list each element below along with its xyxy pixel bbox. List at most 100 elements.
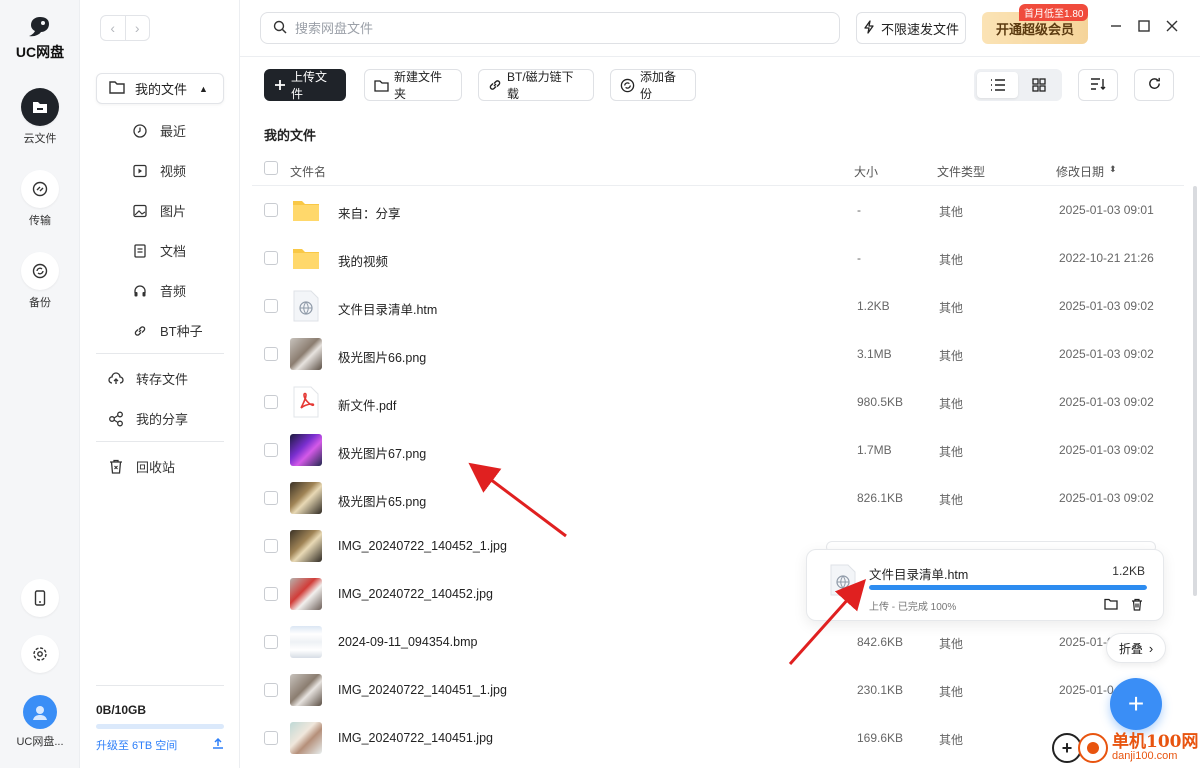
add-backup-button[interactable]: 添加备份 bbox=[610, 69, 696, 101]
forward-icon[interactable]: › bbox=[126, 16, 150, 40]
scrollbar[interactable] bbox=[1193, 186, 1197, 596]
clock-icon bbox=[132, 123, 148, 139]
table-row[interactable]: IMG_20240722_140451.jpg 169.6KB 其他 bbox=[252, 714, 1184, 762]
image-thumbnail bbox=[290, 578, 322, 610]
sidebar-item-bt[interactable]: BT种子 bbox=[132, 321, 203, 340]
app-name: UC网盘 bbox=[15, 44, 65, 60]
file-type: 其他 bbox=[939, 301, 964, 315]
row-checkbox[interactable] bbox=[264, 587, 278, 601]
file-name: 极光图片67.png bbox=[338, 447, 427, 461]
table-row[interactable]: 文件目录清单.htm 1.2KB 其他 2025-01-03 09:02 bbox=[252, 282, 1184, 330]
file-type: 其他 bbox=[939, 205, 964, 219]
row-checkbox[interactable] bbox=[264, 491, 278, 505]
rail-user[interactable]: UC网盘... bbox=[10, 695, 70, 749]
grid-view-icon[interactable] bbox=[1018, 72, 1059, 98]
row-checkbox[interactable] bbox=[264, 683, 278, 697]
upload-button[interactable]: 上传文件 bbox=[264, 69, 346, 101]
search-input[interactable] bbox=[295, 20, 795, 36]
sidebar-item-recent[interactable]: 最近 bbox=[132, 121, 186, 140]
share-icon bbox=[108, 411, 124, 427]
upload-progress-bar bbox=[869, 585, 1147, 590]
row-checkbox[interactable] bbox=[264, 635, 278, 649]
chevron-right-icon: › bbox=[1148, 640, 1154, 656]
col-name[interactable]: 文件名 bbox=[290, 163, 326, 180]
file-date: 2025-01-03 09:02 bbox=[1059, 299, 1154, 313]
gear-icon bbox=[21, 635, 59, 673]
select-all-checkbox[interactable] bbox=[264, 161, 278, 175]
divider bbox=[96, 441, 224, 442]
row-checkbox[interactable] bbox=[264, 299, 278, 313]
rail-backup[interactable]: 备份 bbox=[20, 252, 60, 310]
floating-add-button[interactable]: + bbox=[1110, 678, 1162, 730]
file-date: 2025-01-0 bbox=[1059, 683, 1114, 697]
sidebar-item-docs[interactable]: 文档 bbox=[132, 241, 186, 260]
table-row[interactable]: 2024-09-11_094354.bmp 842.6KB 其他 2025-01-0 bbox=[252, 618, 1184, 666]
backup-icon bbox=[21, 252, 59, 290]
file-date: 2025-01-03 09:02 bbox=[1059, 491, 1154, 505]
left-rail: UC网盘 云文件 传输 备份 UC网盘... bbox=[0, 0, 80, 768]
fast-send-button[interactable]: 不限速发文件 bbox=[856, 12, 966, 44]
file-type: 其他 bbox=[939, 445, 964, 459]
table-row[interactable]: 极光图片65.png 826.1KB 其他 2025-01-03 09:02 bbox=[252, 474, 1184, 522]
bt-magnet-button[interactable]: BT/磁力链下载 bbox=[478, 69, 594, 101]
rail-transfer[interactable]: 传输 bbox=[20, 170, 60, 228]
sidebar-item-video[interactable]: 视频 bbox=[132, 161, 186, 180]
file-type: 其他 bbox=[939, 253, 964, 267]
row-checkbox[interactable] bbox=[264, 203, 278, 217]
row-checkbox[interactable] bbox=[264, 731, 278, 745]
col-size[interactable]: 大小 bbox=[854, 163, 878, 180]
file-type: 其他 bbox=[939, 349, 964, 363]
row-checkbox[interactable] bbox=[264, 539, 278, 553]
new-folder-button[interactable]: 新建文件夹 bbox=[364, 69, 462, 101]
table-row[interactable]: 我的视频 - 其他 2022-10-21 21:26 bbox=[252, 234, 1184, 282]
sidebar-item-recycle[interactable]: 回收站 bbox=[108, 457, 175, 476]
row-checkbox[interactable] bbox=[264, 395, 278, 409]
avatar bbox=[23, 695, 57, 729]
maximize-icon[interactable] bbox=[1136, 18, 1152, 34]
back-icon[interactable]: ‹ bbox=[101, 16, 126, 40]
col-date[interactable]: 修改日期 bbox=[1056, 163, 1104, 180]
rail-label: 云文件 bbox=[23, 133, 57, 145]
table-row[interactable]: 极光图片67.png 1.7MB 其他 2025-01-03 09:02 bbox=[252, 426, 1184, 474]
sidebar-item-label: 回收站 bbox=[136, 460, 176, 475]
row-checkbox[interactable] bbox=[264, 347, 278, 361]
file-type: 其他 bbox=[939, 685, 964, 699]
folder-outline-icon bbox=[374, 79, 389, 92]
row-checkbox[interactable] bbox=[264, 443, 278, 457]
upgrade-link[interactable]: 升级至 6TB 空间 bbox=[96, 737, 224, 753]
collapse-button[interactable]: 折叠 › bbox=[1106, 633, 1166, 663]
rail-phone[interactable] bbox=[20, 579, 60, 617]
col-type[interactable]: 文件类型 bbox=[937, 163, 985, 180]
table-row[interactable]: 来自：分享 - 其他 2025-01-03 09:01 bbox=[252, 186, 1184, 234]
file-size: 3.1MB bbox=[857, 347, 892, 361]
row-checkbox[interactable] bbox=[264, 251, 278, 265]
sidebar-item-transfer[interactable]: 转存文件 bbox=[108, 369, 188, 388]
file-date: 2025-01-03 09:02 bbox=[1059, 443, 1154, 457]
upload-label: 上传文件 bbox=[291, 70, 328, 101]
open-folder-icon[interactable] bbox=[1103, 596, 1119, 612]
delete-icon[interactable] bbox=[1129, 596, 1145, 612]
rail-settings[interactable] bbox=[20, 635, 60, 673]
list-view-icon[interactable] bbox=[977, 72, 1018, 98]
fast-send-label: 不限速发文件 bbox=[880, 21, 959, 37]
sort-arrows-icon[interactable]: ⬍ bbox=[1109, 164, 1117, 175]
bt-magnet-label: BT/磁力链下载 bbox=[507, 70, 574, 101]
file-name: IMG_20240722_140451.jpg bbox=[338, 731, 493, 745]
minimize-icon[interactable] bbox=[1108, 18, 1124, 34]
table-row[interactable]: 极光图片66.png 3.1MB 其他 2025-01-03 09:02 bbox=[252, 330, 1184, 378]
close-icon[interactable] bbox=[1164, 18, 1180, 34]
refresh-button[interactable] bbox=[1134, 69, 1174, 101]
vip-label: 开通超级会员 bbox=[995, 21, 1074, 37]
rail-cloud-files[interactable]: 云文件 bbox=[20, 88, 60, 146]
sidebar-item-share[interactable]: 我的分享 bbox=[108, 409, 188, 428]
sidebar-item-images[interactable]: 图片 bbox=[132, 201, 186, 220]
rail-label: 备份 bbox=[29, 297, 51, 309]
search-box[interactable] bbox=[260, 12, 840, 44]
file-name: 极光图片65.png bbox=[338, 495, 427, 509]
image-thumbnail bbox=[290, 530, 322, 562]
table-row[interactable]: 新文件.pdf 980.5KB 其他 2025-01-03 09:02 bbox=[252, 378, 1184, 426]
sidebar-item-audio[interactable]: 音频 bbox=[132, 281, 186, 300]
table-row[interactable]: IMG_20240722_140451_1.jpg 230.1KB 其他 2025-0… bbox=[252, 666, 1184, 714]
sort-button[interactable] bbox=[1078, 69, 1118, 101]
my-files-button[interactable]: 我的文件 ▲ bbox=[96, 73, 224, 104]
